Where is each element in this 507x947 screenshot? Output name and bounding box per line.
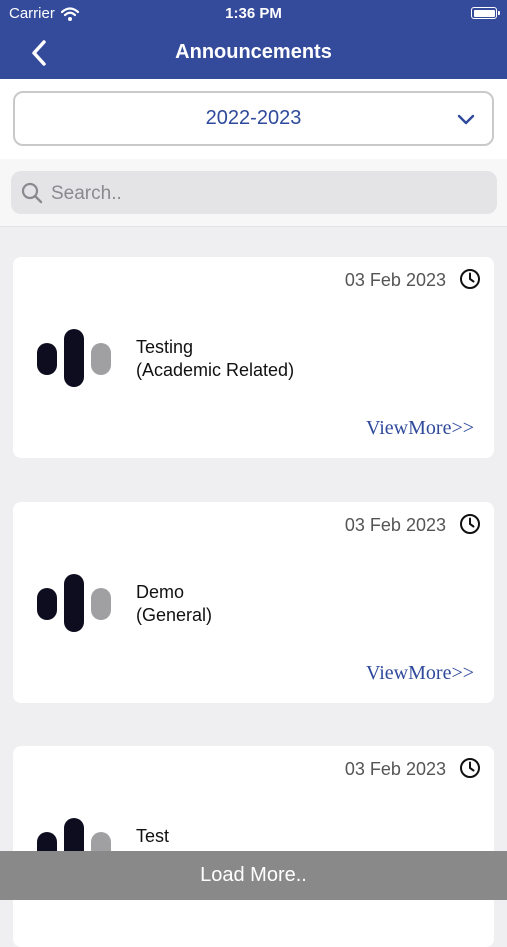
announcement-category: (General) (136, 605, 213, 625)
year-dropdown[interactable]: 2022-2023 (13, 91, 494, 146)
clock-icon (460, 514, 480, 534)
status-time: 1:36 PM (225, 5, 282, 22)
search-field[interactable] (11, 171, 497, 216)
announcement-card[interactable]: 03 Feb 2023 Test (13, 746, 494, 947)
search-icon (21, 182, 43, 204)
announcement-title-text: Testing (136, 337, 194, 357)
announcement-date: 03 Feb 2023 (344, 270, 446, 290)
announcement-date: 03 Feb 2023 (344, 515, 446, 535)
search-input[interactable] (49, 171, 483, 216)
search-bar (0, 159, 507, 227)
year-bar: 2022-2023 (0, 79, 507, 159)
status-bar: Carrier 1:36 PM (0, 0, 507, 28)
clock-icon (460, 269, 480, 289)
view-more-link[interactable]: ViewMore>> (366, 662, 474, 685)
announcement-title: Demo (General) (136, 581, 212, 627)
page-title: Announcements (175, 41, 332, 63)
announcement-card[interactable]: 03 Feb 2023 Testing (Academic Related) V… (13, 257, 494, 458)
view-more-link[interactable]: ViewMore>> (366, 417, 474, 440)
announcement-title-text: Test (136, 826, 170, 846)
app-logo (37, 574, 111, 632)
announcement-title: Test (136, 825, 169, 848)
header: Carrier 1:36 PM Announcements (0, 0, 507, 79)
year-value: 2022-2023 (205, 107, 302, 129)
clock-icon (460, 758, 480, 778)
announcement-title-text: Demo (136, 582, 185, 602)
announcement-card[interactable]: 03 Feb 2023 Demo (General) ViewMore>> (13, 502, 494, 703)
battery-icon (471, 7, 500, 19)
announcement-title: Testing (Academic Related) (136, 336, 294, 382)
announcement-date: 03 Feb 2023 (344, 759, 446, 779)
announcement-category: (Academic Related) (136, 360, 295, 380)
chevron-down-icon (457, 114, 475, 125)
app-logo (37, 329, 111, 387)
load-more-button[interactable]: Load More.. (0, 851, 507, 900)
nav-bar: Announcements (0, 28, 507, 79)
